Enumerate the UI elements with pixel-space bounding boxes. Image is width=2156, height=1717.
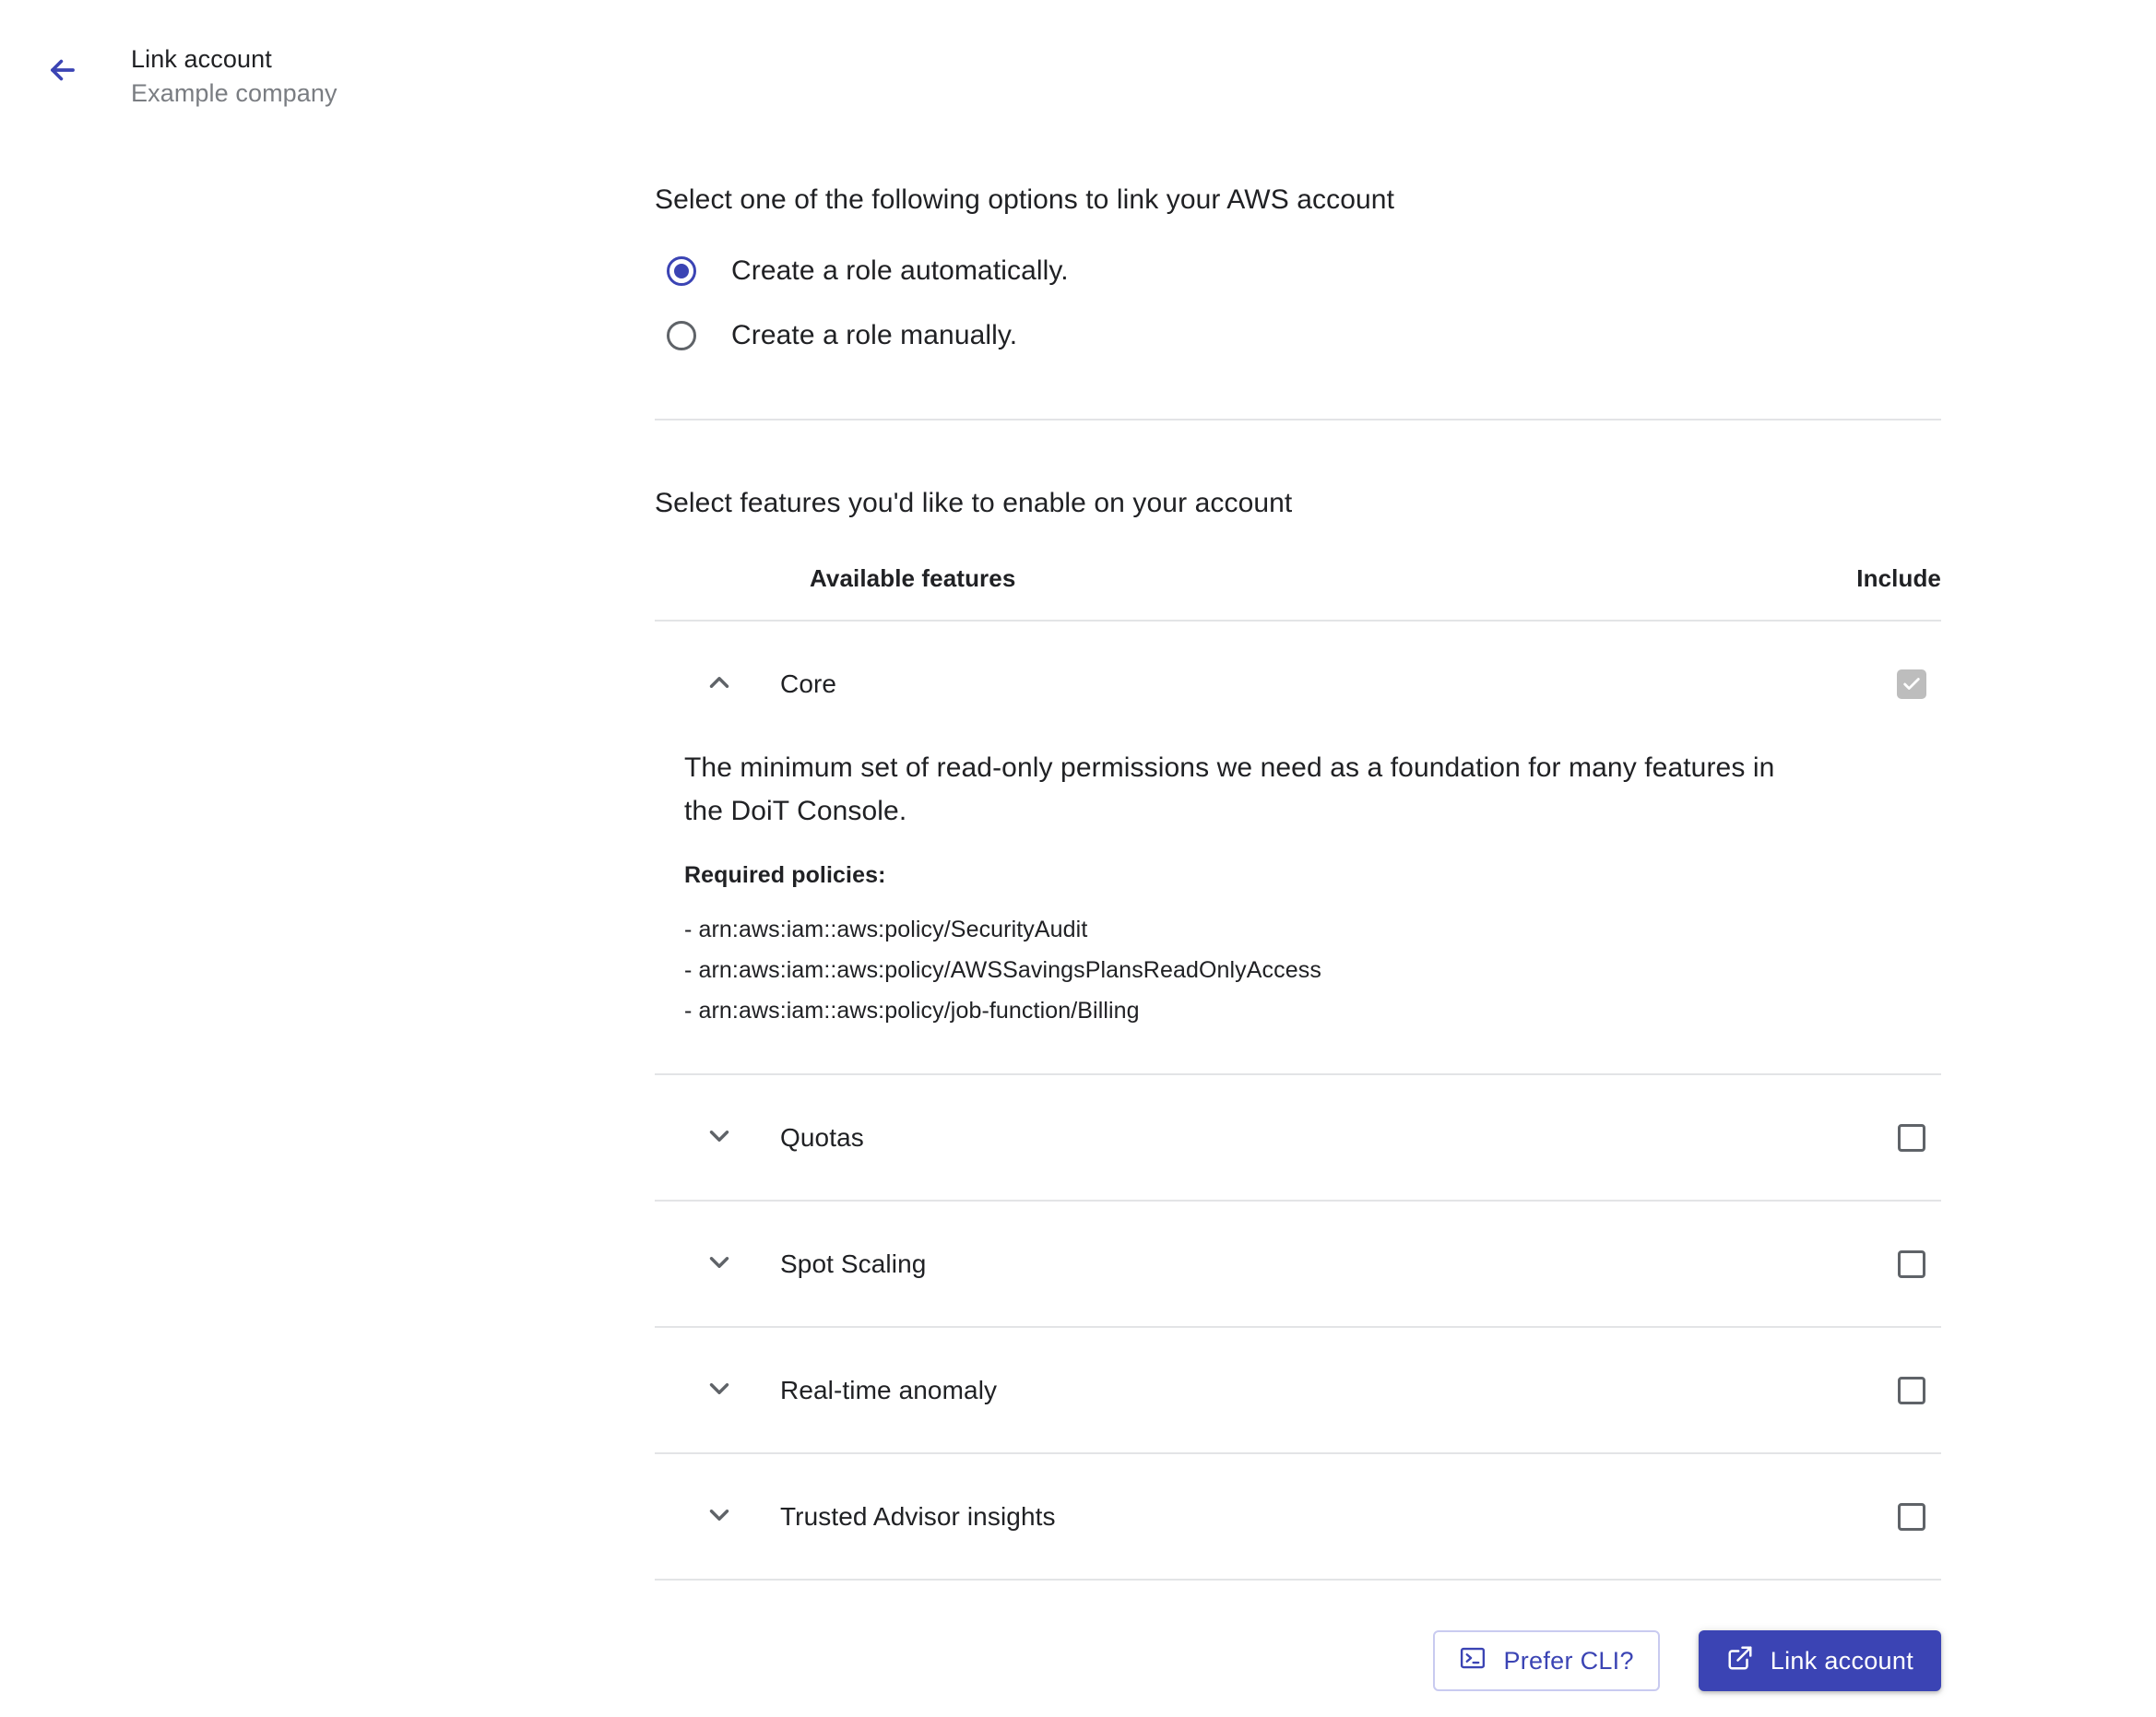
radio-input-manual[interactable] bbox=[653, 307, 710, 364]
checkbox-unchecked-icon bbox=[1898, 1123, 1925, 1152]
page-title: Link account bbox=[131, 45, 272, 73]
feature-name-spot-scaling: Spot Scaling bbox=[780, 1249, 927, 1278]
list-item: - arn:aws:iam::aws:policy/job-function/B… bbox=[684, 998, 1140, 1024]
link-options-label: Select one of the following options to l… bbox=[655, 184, 1395, 215]
list-item: - arn:aws:iam::aws:policy/AWSSavingsPlan… bbox=[684, 957, 1321, 983]
link-options-radio-group: Create a role automatically. Create a ro… bbox=[655, 239, 1941, 368]
expand-toggle-quotas[interactable] bbox=[690, 1108, 749, 1167]
link-account-button-label: Link account bbox=[1770, 1646, 1913, 1675]
section-divider bbox=[655, 419, 1941, 420]
list-item: - arn:aws:iam::aws:policy/SecurityAudit bbox=[684, 917, 1088, 942]
prefer-cli-button[interactable]: Prefer CLI? bbox=[1433, 1630, 1660, 1691]
required-policies-list: - arn:aws:iam::aws:policy/SecurityAudit … bbox=[684, 909, 1941, 1031]
link-account-button[interactable]: Link account bbox=[1698, 1630, 1941, 1691]
feature-description-core: The minimum set of read-only permissions… bbox=[684, 752, 1775, 826]
radio-circle-icon bbox=[667, 256, 696, 286]
expand-toggle-real-time-anomaly[interactable] bbox=[690, 1361, 749, 1420]
chevron-down-icon bbox=[704, 1499, 735, 1533]
back-button[interactable] bbox=[30, 37, 96, 103]
column-header-include: Include bbox=[1856, 564, 1941, 592]
checkbox-unchecked-icon bbox=[1898, 1502, 1925, 1531]
column-header-available-features: Available features bbox=[810, 564, 1016, 592]
table-row-trusted-advisor-insights[interactable]: Trusted Advisor insights bbox=[655, 1454, 1941, 1579]
external-link-icon bbox=[1726, 1644, 1754, 1678]
radio-input-automatic[interactable] bbox=[653, 243, 710, 300]
radio-dot-icon bbox=[674, 264, 689, 278]
feature-name-trusted-advisor-insights: Trusted Advisor insights bbox=[780, 1501, 1056, 1531]
chevron-down-icon bbox=[704, 1247, 735, 1281]
header-text-block: Link account Example company bbox=[131, 37, 338, 111]
page-header: Link account Example company bbox=[0, 37, 338, 111]
chevron-down-icon bbox=[704, 1120, 735, 1155]
checkbox-unchecked-icon bbox=[1898, 1376, 1925, 1404]
feature-name-real-time-anomaly: Real-time anomaly bbox=[780, 1375, 998, 1404]
checkbox-unchecked-icon bbox=[1898, 1249, 1925, 1278]
page-subtitle: Example company bbox=[131, 79, 338, 107]
include-checkbox-spot-scaling[interactable] bbox=[1882, 1235, 1941, 1294]
features-table: Available features Include Core The mini… bbox=[655, 564, 1941, 1581]
radio-option-create-role-automatically[interactable]: Create a role automatically. bbox=[655, 239, 1941, 303]
feature-details-core: The minimum set of read-only permissions… bbox=[655, 746, 1941, 1073]
footer-actions: Prefer CLI? Link account bbox=[655, 1630, 1941, 1691]
features-label: Select features you'd like to enable on … bbox=[655, 488, 1293, 518]
chevron-down-icon bbox=[704, 1373, 735, 1407]
arrow-left-icon bbox=[45, 53, 80, 88]
radio-circle-icon bbox=[667, 321, 696, 350]
checkbox-checked-disabled-icon bbox=[1897, 669, 1926, 699]
table-row-spot-scaling[interactable]: Spot Scaling bbox=[655, 1202, 1941, 1326]
radio-label-manual: Create a role manually. bbox=[731, 320, 1018, 350]
include-checkbox-quotas[interactable] bbox=[1882, 1108, 1941, 1167]
features-table-header: Available features Include bbox=[655, 564, 1941, 620]
include-checkbox-real-time-anomaly[interactable] bbox=[1882, 1361, 1941, 1420]
radio-option-create-role-manually[interactable]: Create a role manually. bbox=[655, 303, 1941, 368]
main-content: Select one of the following options to l… bbox=[655, 0, 1941, 1581]
include-checkbox-core bbox=[1882, 655, 1941, 714]
include-checkbox-trusted-advisor-insights[interactable] bbox=[1882, 1487, 1941, 1546]
chevron-up-icon bbox=[704, 667, 735, 701]
feature-name-core: Core bbox=[780, 669, 837, 698]
terminal-icon bbox=[1459, 1644, 1487, 1678]
table-row-real-time-anomaly[interactable]: Real-time anomaly bbox=[655, 1328, 1941, 1452]
prefer-cli-button-label: Prefer CLI? bbox=[1503, 1646, 1634, 1675]
required-policies-title: Required policies: bbox=[684, 862, 886, 888]
expand-toggle-spot-scaling[interactable] bbox=[690, 1235, 749, 1294]
expand-toggle-trusted-advisor-insights[interactable] bbox=[690, 1487, 749, 1546]
link-account-page: Link account Example company Select one … bbox=[0, 0, 2156, 1717]
table-bottom-divider bbox=[655, 1579, 1941, 1581]
table-row-core[interactable]: Core bbox=[655, 622, 1941, 746]
feature-name-quotas: Quotas bbox=[780, 1122, 864, 1152]
expand-toggle-core[interactable] bbox=[690, 655, 749, 714]
radio-label-automatic: Create a role automatically. bbox=[731, 255, 1069, 286]
table-row-quotas[interactable]: Quotas bbox=[655, 1075, 1941, 1200]
